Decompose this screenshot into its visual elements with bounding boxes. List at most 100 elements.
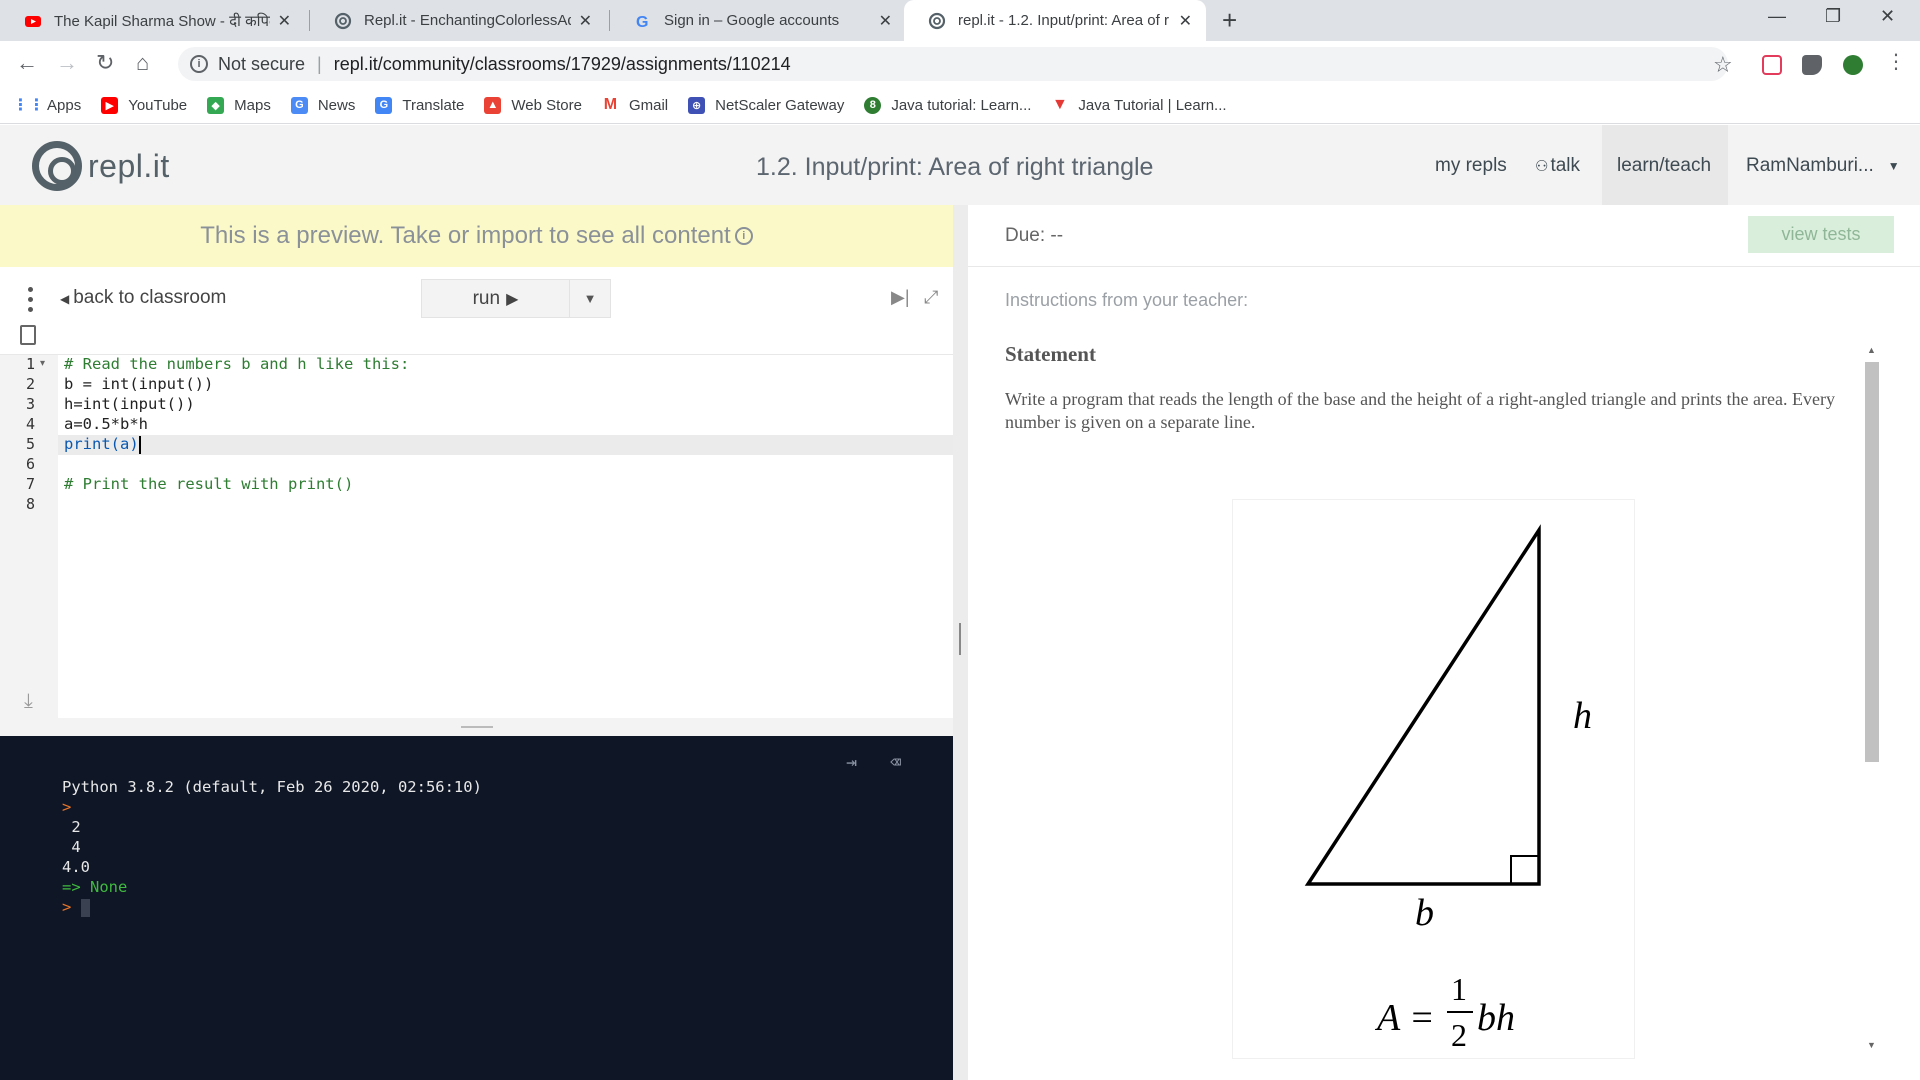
step-forward-icon[interactable]: ▶| [891, 287, 910, 308]
nav-my-repls[interactable]: my repls [1435, 155, 1507, 177]
fold-arrow-icon[interactable]: ▾ [40, 358, 45, 369]
line-number-gutter: 1 ▾ 2 3 4 5 6 7 8 ⤓ [0, 355, 58, 718]
scroll-down-icon[interactable]: ▼ [1867, 1040, 1876, 1050]
vertical-splitter[interactable] [953, 205, 968, 1080]
username: RamNamburi... [1746, 155, 1874, 176]
file-icon[interactable] [20, 325, 36, 345]
bookmark-label: Apps [47, 96, 82, 114]
splitter-grip[interactable] [959, 623, 961, 655]
line-number: 8 [26, 495, 36, 513]
back-to-classroom-link[interactable]: ◀ back to classroom [60, 287, 226, 309]
triangle-shape [1304, 524, 1541, 886]
code-line[interactable]: # Print the result with print() [64, 475, 353, 493]
security-label: Not secure [218, 53, 306, 74]
info-icon[interactable]: i [734, 227, 753, 245]
reload-icon[interactable]: ↻ [96, 51, 114, 75]
nav-talk[interactable]: ⚇ talk [1535, 155, 1580, 177]
browser-tab-active[interactable]: repl.it - 1.2. Input/print: Area of r ✕ [904, 0, 1206, 41]
bookmark-netscaler[interactable]: ⊕ NetScaler Gateway [688, 96, 845, 114]
right-triangle-diagram: h b A = 1 2 bh [1304, 524, 1592, 1053]
google-icon: G [636, 14, 648, 30]
forward-arrow-icon[interactable]: → [56, 51, 78, 75]
download-icon[interactable]: ⤓ [24, 690, 33, 713]
scroll-up-icon[interactable]: ▲ [1867, 345, 1876, 355]
code-line[interactable]: h=int(input()) [64, 395, 195, 413]
bookmark-apps[interactable]: ⋮⋮ Apps [13, 96, 82, 115]
close-tab-icon[interactable]: ✕ [579, 11, 592, 31]
bookmark-javatpoint[interactable]: ▼ Java Tutorial | Learn... [1051, 96, 1227, 114]
youtube-icon [25, 15, 41, 27]
replit-logo-icon [32, 141, 82, 191]
run-button[interactable]: run ▶ ▼ [421, 279, 611, 318]
info-icon[interactable]: i [190, 55, 208, 73]
nav-learn-teach[interactable]: learn/teach [1617, 155, 1711, 177]
console-pane[interactable]: ⇥ ⌫ Python 3.8.2 (default, Feb 26 2020, … [0, 736, 953, 1080]
browser-menu-icon[interactable]: ⋮ [1886, 50, 1906, 74]
fullscreen-icon[interactable]: ⤢ [924, 287, 938, 308]
scrollbar-thumb[interactable] [1865, 362, 1879, 762]
new-tab-button[interactable]: + [1222, 7, 1237, 33]
user-menu[interactable]: RamNamburi... ▼ [1746, 155, 1900, 177]
splitter-grip[interactable] [461, 726, 493, 728]
bookmark-label: Gmail [628, 96, 669, 114]
bookmark-translate[interactable]: G Translate [375, 96, 464, 114]
close-tab-icon[interactable]: ✕ [879, 11, 892, 31]
console-clear-icon[interactable]: ⌫ [890, 752, 901, 773]
code-line[interactable]: # Read the numbers b and h like this: [64, 355, 409, 373]
bookmark-gmail[interactable]: M Gmail [602, 96, 669, 114]
restore-icon[interactable]: ❐ [1825, 6, 1841, 27]
code-line[interactable]: a=0.5*b*h [64, 415, 148, 433]
profile-avatar-icon[interactable] [1843, 55, 1863, 75]
javatpoint-icon: ▼ [1052, 96, 1068, 113]
close-window-icon[interactable]: ✕ [1880, 6, 1895, 27]
browser-tab-kapil[interactable]: The Kapil Sharma Show - दी कपिल ✕ [0, 0, 305, 41]
omnibox-divider: | [317, 53, 322, 74]
console-return-value: => None [62, 878, 128, 896]
formula-lhs: A = [1374, 997, 1435, 1039]
browser-tab-google[interactable]: G Sign in – Google accounts ✕ [610, 0, 906, 41]
bookmark-label: NetScaler Gateway [715, 96, 845, 114]
right-angle-marker [1510, 855, 1539, 884]
bookmark-youtube[interactable]: ▶ YouTube [101, 96, 187, 114]
current-line-highlight: print(a) [58, 435, 953, 455]
bookmark-news[interactable]: G News [290, 96, 356, 114]
replit-icon [928, 12, 946, 29]
bookmark-label: Java Tutorial | Learn... [1078, 96, 1227, 114]
extensions-puzzle-icon[interactable] [1802, 55, 1822, 75]
console-input-line[interactable]: > [62, 898, 90, 917]
code-editor[interactable]: # Read the numbers b and h like this: b … [58, 355, 953, 718]
replit-header: repl.it 1.2. Input/print: Area of right … [0, 125, 1920, 205]
bookmark-webstore[interactable]: ▲ Web Store [484, 96, 582, 114]
horizontal-splitter[interactable] [0, 718, 953, 736]
people-icon: ⚇ [1535, 158, 1549, 175]
console-expand-icon[interactable]: ⇥ [846, 752, 857, 773]
height-label: h [1573, 695, 1592, 737]
replit-logo[interactable]: repl.it [32, 141, 170, 191]
bookmark-maps[interactable]: ◆ Maps [207, 96, 271, 114]
close-tab-icon[interactable]: ✕ [278, 11, 291, 31]
back-arrow-icon[interactable]: ← [16, 51, 38, 75]
triangle-figure: h b A = 1 2 bh [1232, 499, 1635, 1059]
code-line-current[interactable]: print(a) [64, 435, 141, 454]
bookmark-label: News [317, 96, 356, 114]
home-icon[interactable]: ⌂ [136, 51, 149, 75]
run-button-main[interactable]: run ▶ [422, 280, 570, 317]
pocket-extension-icon[interactable] [1762, 55, 1782, 75]
close-tab-icon[interactable]: ✕ [1179, 11, 1192, 31]
console-cursor [80, 898, 90, 917]
browser-tab-replit[interactable]: Repl.it - EnchantingColorlessAdm ✕ [310, 0, 606, 41]
bookmark-java-tutorial[interactable]: 8 Java tutorial: Learn... [864, 96, 1031, 114]
bookmark-star-icon[interactable]: ☆ [1713, 52, 1733, 78]
run-dropdown-icon[interactable]: ▼ [570, 280, 610, 317]
address-bar[interactable]: i Not secure | repl.it/community/classro… [178, 47, 1728, 81]
editor-toolbar: ◀ back to classroom run ▶ ▼ ▶| ⤢ [0, 267, 953, 355]
kebab-menu-icon[interactable] [28, 287, 34, 313]
console-banner: Python 3.8.2 (default, Feb 26 2020, 02:5… [62, 778, 482, 796]
view-tests-button[interactable]: view tests [1748, 216, 1894, 253]
minimize-icon[interactable]: — [1768, 6, 1786, 27]
console-prompt: > [62, 798, 72, 816]
url-text[interactable]: repl.it/community/classrooms/17929/assig… [334, 54, 791, 75]
code-line[interactable]: b = int(input()) [64, 375, 213, 393]
base-label: b [1415, 892, 1434, 934]
line-number: 3 [26, 395, 36, 413]
